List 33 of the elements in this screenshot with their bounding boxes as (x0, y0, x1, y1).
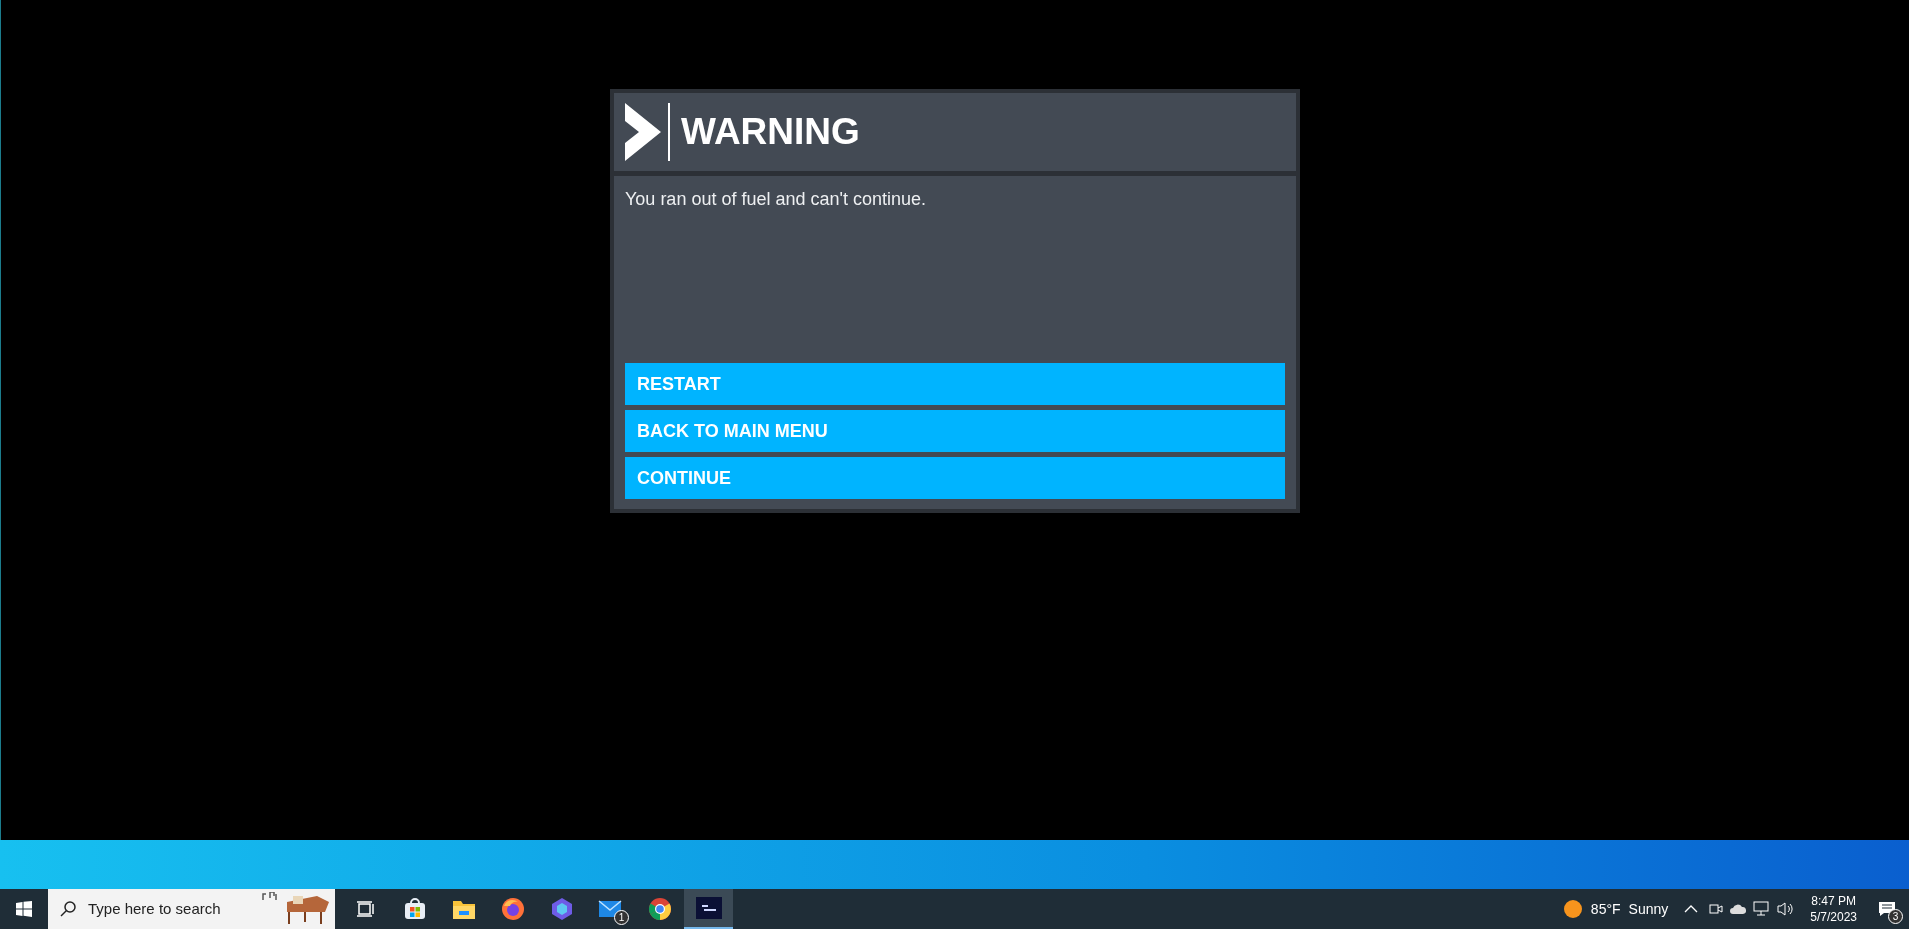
hexagon-logo-icon (549, 897, 574, 921)
camera-icon[interactable] (1709, 901, 1724, 917)
notification-count-badge: 3 (1888, 909, 1903, 924)
dialog-message: You ran out of fuel and can't continue. (625, 188, 927, 211)
cloud-icon[interactable] (1729, 903, 1748, 915)
task-view-icon (355, 899, 376, 919)
clock[interactable]: 8:47 PM 5/7/2023 (1802, 893, 1865, 925)
weather-widget[interactable]: 85°F Sunny (1554, 889, 1677, 929)
fox-globe-icon (500, 897, 525, 921)
windows-logo-icon (16, 901, 32, 917)
piano-drawing (259, 892, 331, 926)
chrome-logo-icon (647, 897, 672, 921)
temperature-text: 85°F (1590, 899, 1621, 919)
search-icon (60, 901, 76, 917)
game-logo-icon (695, 897, 722, 919)
unread-badge: 1 (614, 910, 629, 925)
chevron-up-icon[interactable] (1684, 904, 1699, 914)
sun-icon (1562, 899, 1583, 919)
dialog-title: WARNING (681, 110, 860, 155)
envelope-icon (597, 899, 624, 919)
speaker-icon[interactable] (1777, 901, 1796, 917)
shopping-bag-icon (402, 897, 427, 921)
notifications-button[interactable]: 3 (1865, 889, 1909, 929)
search-box[interactable]: Type here to search (48, 889, 335, 929)
taskbar-app-button[interactable] (684, 889, 733, 929)
network-icon[interactable] (1753, 901, 1772, 917)
folder-icon (451, 898, 476, 920)
taskbar-app-button[interactable]: 1 (586, 889, 635, 929)
weather-condition: Sunny (1628, 899, 1669, 919)
clock-time: 8:47 PM (1811, 893, 1856, 909)
clock-date: 5/7/2023 (1810, 909, 1857, 925)
chevron-logo-icon (625, 103, 671, 161)
search-field[interactable]: Type here to search (88, 897, 238, 921)
